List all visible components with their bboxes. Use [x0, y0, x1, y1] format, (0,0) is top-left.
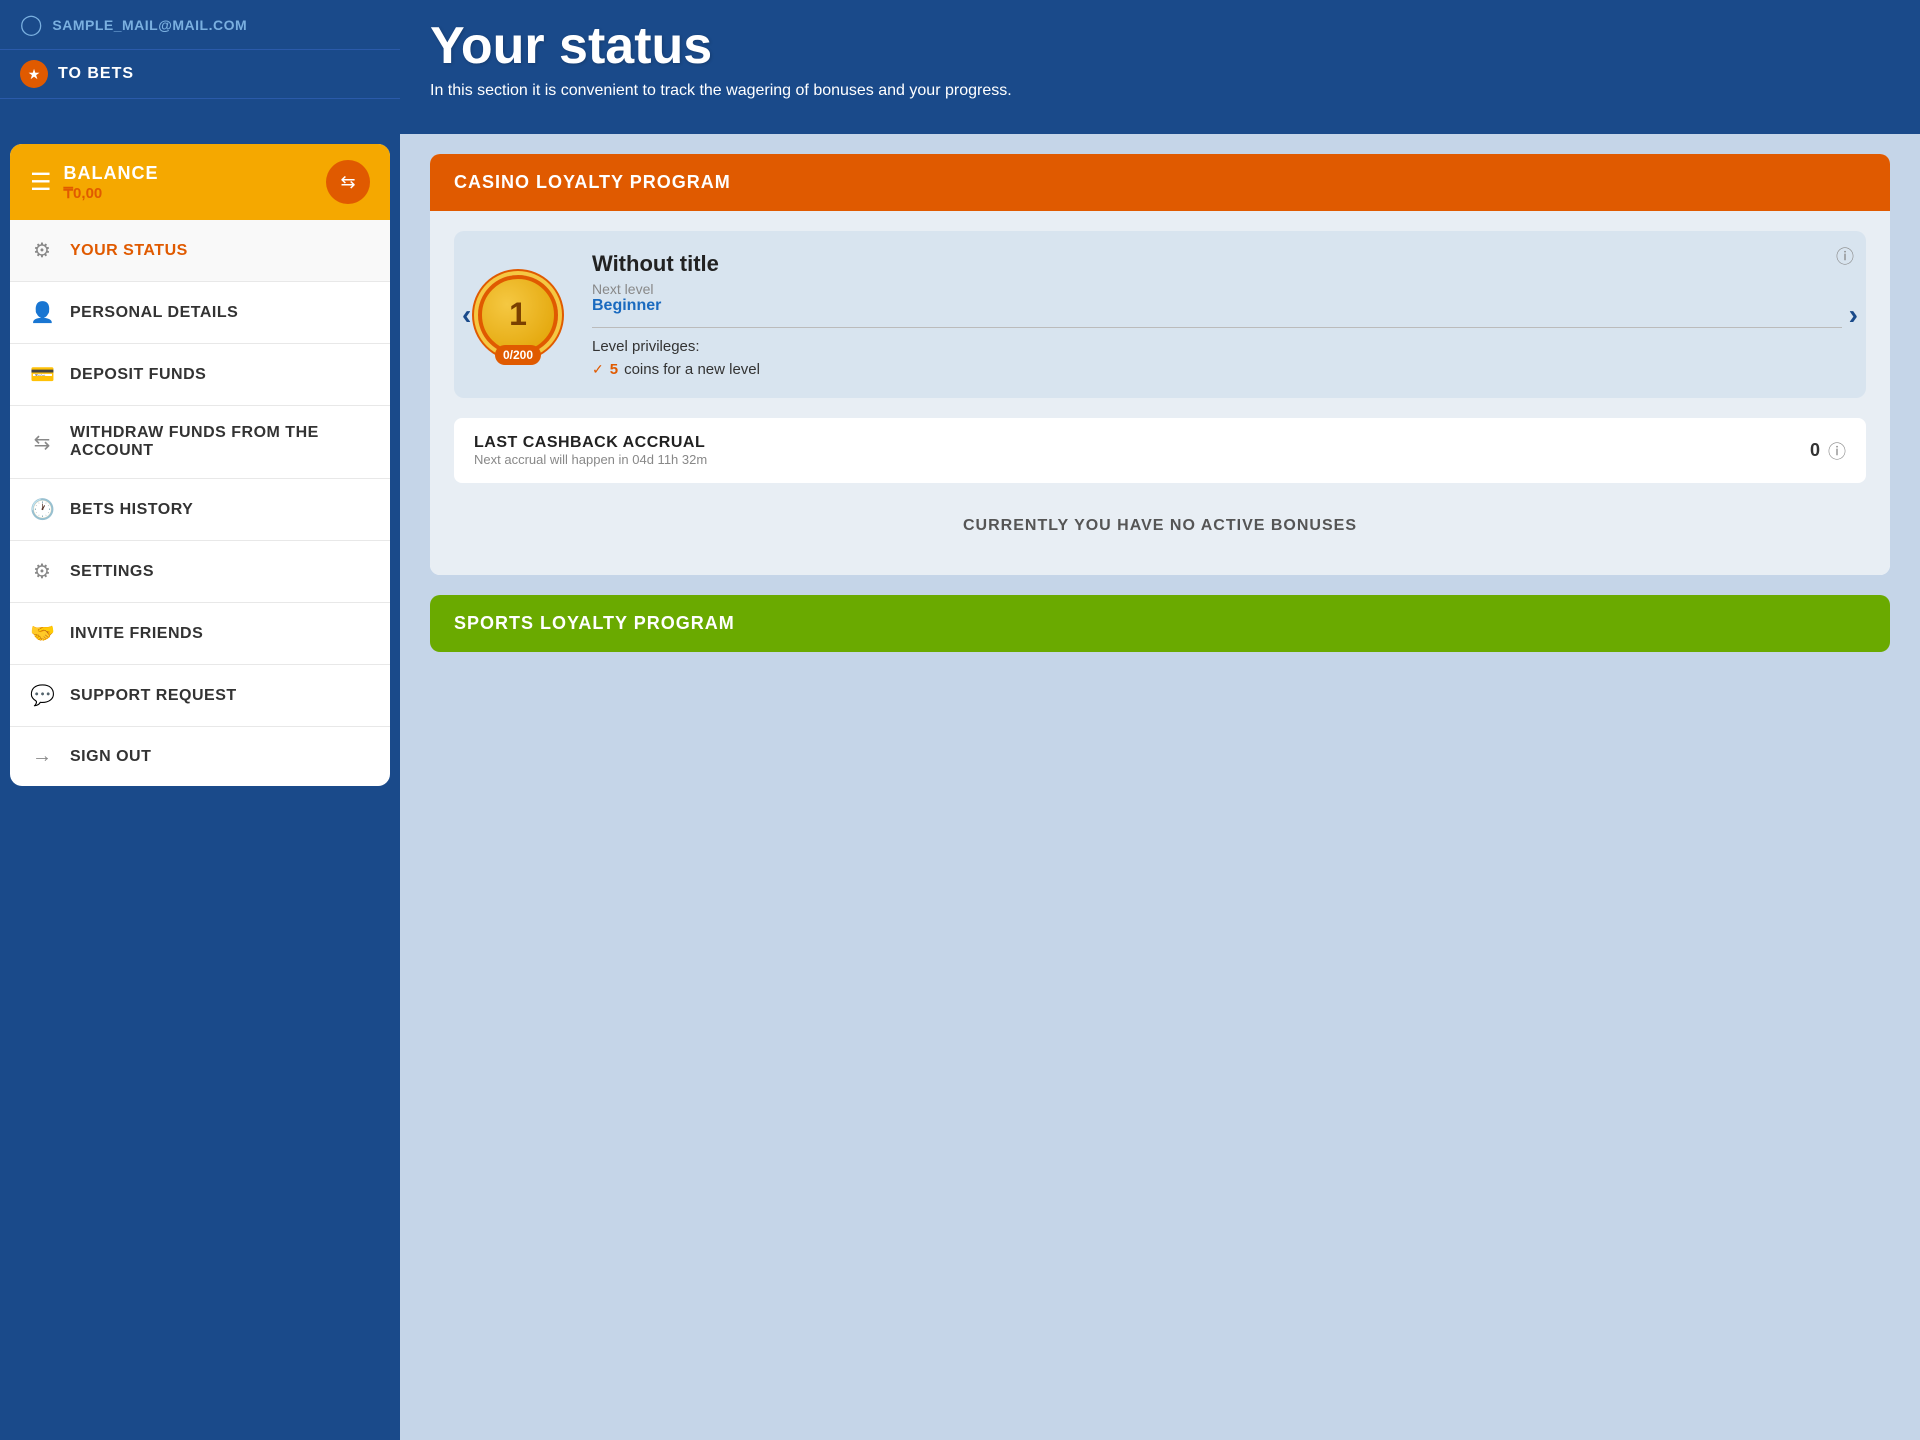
level-info-icon[interactable]: ⓘ [1836, 243, 1854, 269]
sidebar-item-settings[interactable]: ⚙ SETTINGS [10, 541, 390, 603]
sidebar-item-support-request[interactable]: 💬 SUPPORT REQUEST [10, 665, 390, 727]
your-status-label: YOUR STATUS [70, 242, 188, 260]
your-status-icon: ⚙ [30, 238, 54, 263]
bets-history-icon: 🕐 [30, 497, 54, 522]
withdraw-funds-icon: ⇆ [30, 430, 54, 455]
top-header: ◯ SAMPLE_MAIL@MAIL.COM ★ TO BETS Your st… [0, 0, 1920, 134]
level-info: Without title Next level Beginner Level … [582, 251, 1842, 378]
settings-icon: ⚙ [30, 559, 54, 584]
no-bonuses-button[interactable]: CURRENTLY YOU HAVE NO ACTIVE BONUSES [454, 497, 1866, 555]
sidebar-item-personal-details[interactable]: 👤 PERSONAL DETAILS [10, 282, 390, 344]
sidebar-header: ◯ SAMPLE_MAIL@MAIL.COM ★ TO BETS [0, 0, 400, 134]
balance-text-group: BALANCE ₸0,00 [64, 163, 159, 202]
sports-loyalty-title: SPORTS LOYALTY PROGRAM [454, 613, 735, 633]
sidebar-item-deposit-funds[interactable]: 💳 DEPOSIT FUNDS [10, 344, 390, 406]
level-progress-label: 0/200 [495, 345, 541, 365]
personal-details-label: PERSONAL DETAILS [70, 304, 238, 322]
cashback-title: LAST CASHBACK ACCRUAL [474, 434, 707, 452]
level-privilege-item: ✓ 5 coins for a new level [592, 361, 1842, 378]
cashback-subtitle: Next accrual will happen in 04d 11h 32m [474, 452, 707, 467]
to-bets-label: TO BETS [58, 65, 134, 83]
casino-loyalty-body: ‹ 1 0/200 Without title Next level Begin… [430, 211, 1890, 575]
sign-out-icon: → [30, 745, 54, 768]
cashback-right: 0 ⓘ [1810, 438, 1846, 464]
deposit-funds-label: DEPOSIT FUNDS [70, 366, 206, 384]
balance-amount: ₸0,00 [64, 184, 159, 202]
invite-friends-icon: 🤝 [30, 621, 54, 646]
level-badge: 1 [478, 275, 558, 355]
cashback-value: 0 [1810, 440, 1820, 461]
sign-out-label: SIGN OUT [70, 748, 151, 766]
level-privileges-label: Level privileges: [592, 338, 1842, 355]
balance-label: BALANCE [64, 163, 159, 184]
casino-loyalty-section: CASINO LOYALTY PROGRAM ‹ 1 0/200 Without… [430, 154, 1890, 575]
content-area: CASINO LOYALTY PROGRAM ‹ 1 0/200 Without… [400, 134, 1920, 1440]
level-card: ‹ 1 0/200 Without title Next level Begin… [454, 231, 1866, 398]
privilege-coins: 5 [610, 361, 618, 378]
invite-friends-label: INVITE FRIENDS [70, 625, 203, 643]
casino-loyalty-title: CASINO LOYALTY PROGRAM [454, 172, 731, 192]
page-header-content: Your status In this section it is conven… [400, 0, 1920, 134]
sidebar-item-bets-history[interactable]: 🕐 BETS HISTORY [10, 479, 390, 541]
cashback-left: LAST CASHBACK ACCRUAL Next accrual will … [474, 434, 707, 467]
sports-loyalty-header: SPORTS LOYALTY PROGRAM [430, 595, 1890, 652]
check-icon: ✓ [592, 361, 604, 378]
privilege-text: coins for a new level [624, 361, 760, 378]
email-icon: ◯ [20, 12, 42, 37]
level-nav-left[interactable]: ‹ [462, 299, 471, 331]
sidebar-item-invite-friends[interactable]: 🤝 INVITE FRIENDS [10, 603, 390, 665]
deposit-funds-icon: 💳 [30, 362, 54, 387]
main-layout: ☰ BALANCE ₸0,00 ⇆ ⚙ YOUR STATUS [0, 134, 1920, 1440]
support-request-label: SUPPORT REQUEST [70, 687, 237, 705]
level-badge-container: 1 0/200 [478, 275, 558, 355]
level-next-value: Beginner [592, 297, 1842, 315]
cashback-info-icon[interactable]: ⓘ [1828, 438, 1846, 464]
sports-loyalty-section: SPORTS LOYALTY PROGRAM [430, 595, 1890, 652]
sidebar-inner: ☰ BALANCE ₸0,00 ⇆ ⚙ YOUR STATUS [10, 144, 390, 786]
sidebar-menu: ⚙ YOUR STATUS 👤 PERSONAL DETAILS 💳 DEPOS… [10, 220, 390, 786]
sidebar-item-withdraw-funds[interactable]: ⇆ WITHDRAW FUNDS FROM THE ACCOUNT [10, 406, 390, 479]
level-next-label: Next level [592, 281, 1842, 297]
balance-card: ☰ BALANCE ₸0,00 ⇆ [10, 144, 390, 220]
settings-label: SETTINGS [70, 563, 154, 581]
balance-left: ☰ BALANCE ₸0,00 [30, 163, 159, 202]
sidebar-item-your-status[interactable]: ⚙ YOUR STATUS [10, 220, 390, 282]
support-request-icon: 💬 [30, 683, 54, 708]
bets-history-label: BETS HISTORY [70, 501, 193, 519]
header-email: SAMPLE_MAIL@MAIL.COM [52, 17, 247, 33]
page-subtitle: In this section it is convenient to trac… [430, 82, 1890, 100]
level-nav-right[interactable]: › [1849, 299, 1858, 331]
balance-action-button[interactable]: ⇆ [326, 160, 370, 204]
sidebar-item-sign-out[interactable]: → SIGN OUT [10, 727, 390, 786]
sidebar: ☰ BALANCE ₸0,00 ⇆ ⚙ YOUR STATUS [0, 134, 400, 1440]
level-number: 1 [509, 296, 527, 333]
star-icon: ★ [20, 60, 48, 88]
cashback-row: LAST CASHBACK ACCRUAL Next accrual will … [454, 418, 1866, 483]
to-bets-row[interactable]: ★ TO BETS [0, 50, 400, 99]
withdraw-funds-label: WITHDRAW FUNDS FROM THE ACCOUNT [70, 424, 370, 460]
casino-loyalty-header: CASINO LOYALTY PROGRAM [430, 154, 1890, 211]
page-title: Your status [430, 16, 1890, 76]
level-divider [592, 327, 1842, 328]
level-title: Without title [592, 251, 1842, 277]
email-row: ◯ SAMPLE_MAIL@MAIL.COM [0, 0, 400, 50]
balance-icon: ☰ [30, 168, 52, 197]
personal-details-icon: 👤 [30, 300, 54, 325]
